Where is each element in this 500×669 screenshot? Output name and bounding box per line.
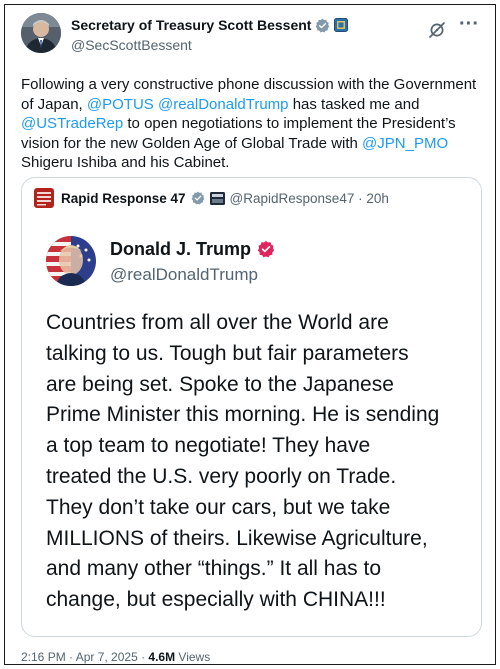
mention-ustraderep[interactable]: @USTradeRep <box>21 115 123 132</box>
embedded-text-line: They don’t take our cars, but we take <box>46 495 391 519</box>
more-options-icon[interactable]: ··· <box>458 14 480 39</box>
verified-grey-icon <box>191 191 204 205</box>
author-block: Secretary of Treasury Scott Bessent @Sec… <box>71 16 349 53</box>
author-name[interactable]: Secretary of Treasury Scott Bessent <box>71 17 311 33</box>
government-badge-icon <box>334 18 349 32</box>
embedded-text-line: a top team to negotiate! They have <box>46 434 371 458</box>
tweet-text-part: has tasked me and <box>288 95 420 113</box>
mention-realdonaldtrump[interactable]: @realDonaldTrump <box>158 96 289 113</box>
tweet-text-part: Shigeru Ishiba and his Cabinet. <box>21 154 230 171</box>
embedded-author-handle: @realDonaldTrump <box>110 265 258 284</box>
verified-red-icon <box>257 240 275 258</box>
embedded-author-block: Donald J. Trump @realDonaldTrump <box>110 238 275 285</box>
author-avatar[interactable] <box>21 13 61 53</box>
mention-potus[interactable]: @POTUS <box>87 96 154 113</box>
author-handle[interactable]: @SecScottBessent <box>71 37 348 53</box>
quote-meta: @RapidResponse47 · 20h <box>229 190 389 206</box>
government-badge-icon <box>209 191 225 205</box>
embedded-author-name: Donald J. Trump <box>110 238 252 259</box>
grok-icon[interactable] <box>428 21 446 39</box>
views-count: 4.6M <box>148 650 176 664</box>
embedded-author-avatar <box>46 236 96 286</box>
embedded-text-line: talking to us. Tough but fair parameters <box>46 341 409 365</box>
embedded-text-line: MILLIONS of theirs. Likewise Agriculture… <box>46 526 428 550</box>
tweet-footer: 2:16 PM · Apr 7, 2025 · 4.6M Views <box>21 650 210 664</box>
quote-author-name[interactable]: Rapid Response 47 <box>61 191 186 206</box>
quote-header: Rapid Response 47 @RapidResponse47 · 20h <box>34 188 389 208</box>
embedded-text-line: treated the U.S. very poorly on Trade. <box>46 464 397 488</box>
quoted-tweet[interactable]: Rapid Response 47 @RapidResponse47 · 20h <box>21 177 482 637</box>
embedded-text-line: and many other “things.” It all has to <box>46 557 382 581</box>
verified-grey-icon <box>316 18 330 32</box>
embedded-text-line: are being set. Spoke to the Japanese <box>46 372 394 396</box>
tweet-text: Following a very constructive phone disc… <box>21 75 483 173</box>
screenshot-frame: Secretary of Treasury Scott Bessent @Sec… <box>4 4 496 665</box>
embedded-post-text: Countries from all over the World are ta… <box>46 308 476 616</box>
tweet-header: Secretary of Treasury Scott Bessent @Sec… <box>21 13 482 59</box>
timestamp[interactable]: 2:16 PM · Apr 7, 2025 · <box>21 650 148 664</box>
embedded-text-line: change, but especially with CHINA!!! <box>46 588 386 612</box>
embedded-text-line: Countries from all over the World are <box>46 311 389 334</box>
views-label: Views <box>175 650 211 664</box>
quote-author-avatar[interactable] <box>34 188 54 208</box>
embedded-text-line: Prime Minister this morning. He is sendi… <box>46 403 440 427</box>
mention-jpn-pmo[interactable]: @JPN_PMO <box>362 135 448 152</box>
